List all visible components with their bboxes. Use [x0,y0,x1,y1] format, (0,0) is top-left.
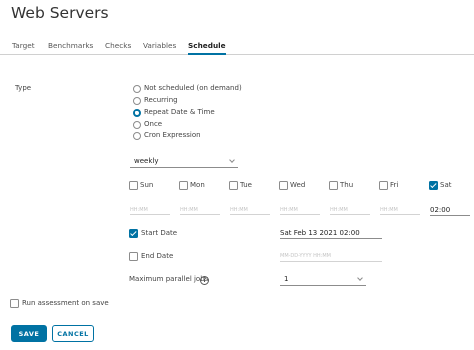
checkbox-sun[interactable] [129,181,138,190]
radio-not-scheduled[interactable] [133,85,141,93]
page-title: Web Servers [11,4,109,22]
day-label-sat: Sat [440,181,452,189]
day-label-thu: Thu [340,181,354,189]
time-input-wed[interactable]: HH:MM [280,206,320,215]
checkbox-fri[interactable] [379,181,388,190]
checkbox-thu[interactable] [329,181,338,190]
time-input-sat[interactable]: 02:00 [430,205,470,216]
max-parallel-select[interactable]: 1 [280,274,366,286]
checkbox-wed[interactable] [279,181,288,190]
radio-label-once: Once [144,120,163,128]
save-button[interactable]: SAVE [11,325,47,342]
checkbox-sat[interactable] [429,181,438,190]
checkbox-tue[interactable] [229,181,238,190]
radio-label-recurring: Recurring [144,96,178,104]
time-input-thu[interactable]: HH:MM [330,206,370,215]
type-label: Type [15,84,32,92]
run-on-save-checkbox[interactable] [10,299,19,308]
day-label-tue: Tue [240,181,252,189]
radio-label-cron-expression: Cron Expression [144,131,201,139]
start-date-input[interactable]: Sat Feb 13 2021 02:00 [280,228,382,239]
chevron-down-icon [357,275,363,281]
time-input-tue[interactable]: HH:MM [230,206,270,215]
tab-schedule[interactable]: Schedule [188,40,226,55]
run-on-save-label: Run assessment on save [22,299,109,307]
radio-cron-expression[interactable] [133,132,141,140]
time-input-sun[interactable]: HH:MM [130,206,170,215]
radio-repeat-date-time[interactable] [133,109,141,117]
time-input-fri[interactable]: HH:MM [380,206,420,215]
tab-benchmarks[interactable]: Benchmarks [48,40,93,52]
tab-checks[interactable]: Checks [105,40,131,52]
chevron-down-icon [229,156,235,163]
day-label-fri: Fri [390,181,399,189]
end-date-checkbox[interactable] [129,252,138,261]
tab-variables[interactable]: Variables [143,40,176,52]
start-date-checkbox[interactable] [129,229,138,238]
tab-bar: Target Benchmarks Checks Variables Sched… [0,40,474,55]
radio-once[interactable] [133,121,141,129]
end-date-input[interactable]: MM-DD-YYYY HH:MM [280,251,382,262]
radio-label-not-scheduled: Not scheduled (on demand) [144,84,242,92]
checkbox-mon[interactable] [179,181,188,190]
max-parallel-value: 1 [284,275,289,283]
radio-recurring[interactable] [133,97,141,105]
frequency-select[interactable]: weekly [130,155,238,168]
cancel-button[interactable]: CANCEL [52,325,94,342]
day-label-sun: Sun [140,181,154,189]
time-input-mon[interactable]: HH:MM [180,206,220,215]
radio-label-repeat-date-time: Repeat Date & Time [144,108,215,116]
frequency-select-value: weekly [134,157,159,165]
tab-target[interactable]: Target [12,40,35,52]
info-icon[interactable]: i [200,276,209,285]
day-label-wed: Wed [290,181,306,189]
start-date-label: Start Date [141,229,178,237]
max-parallel-label: Maximum parallel jobs [129,275,209,283]
end-date-label: End Date [141,252,174,260]
day-label-mon: Mon [190,181,205,189]
